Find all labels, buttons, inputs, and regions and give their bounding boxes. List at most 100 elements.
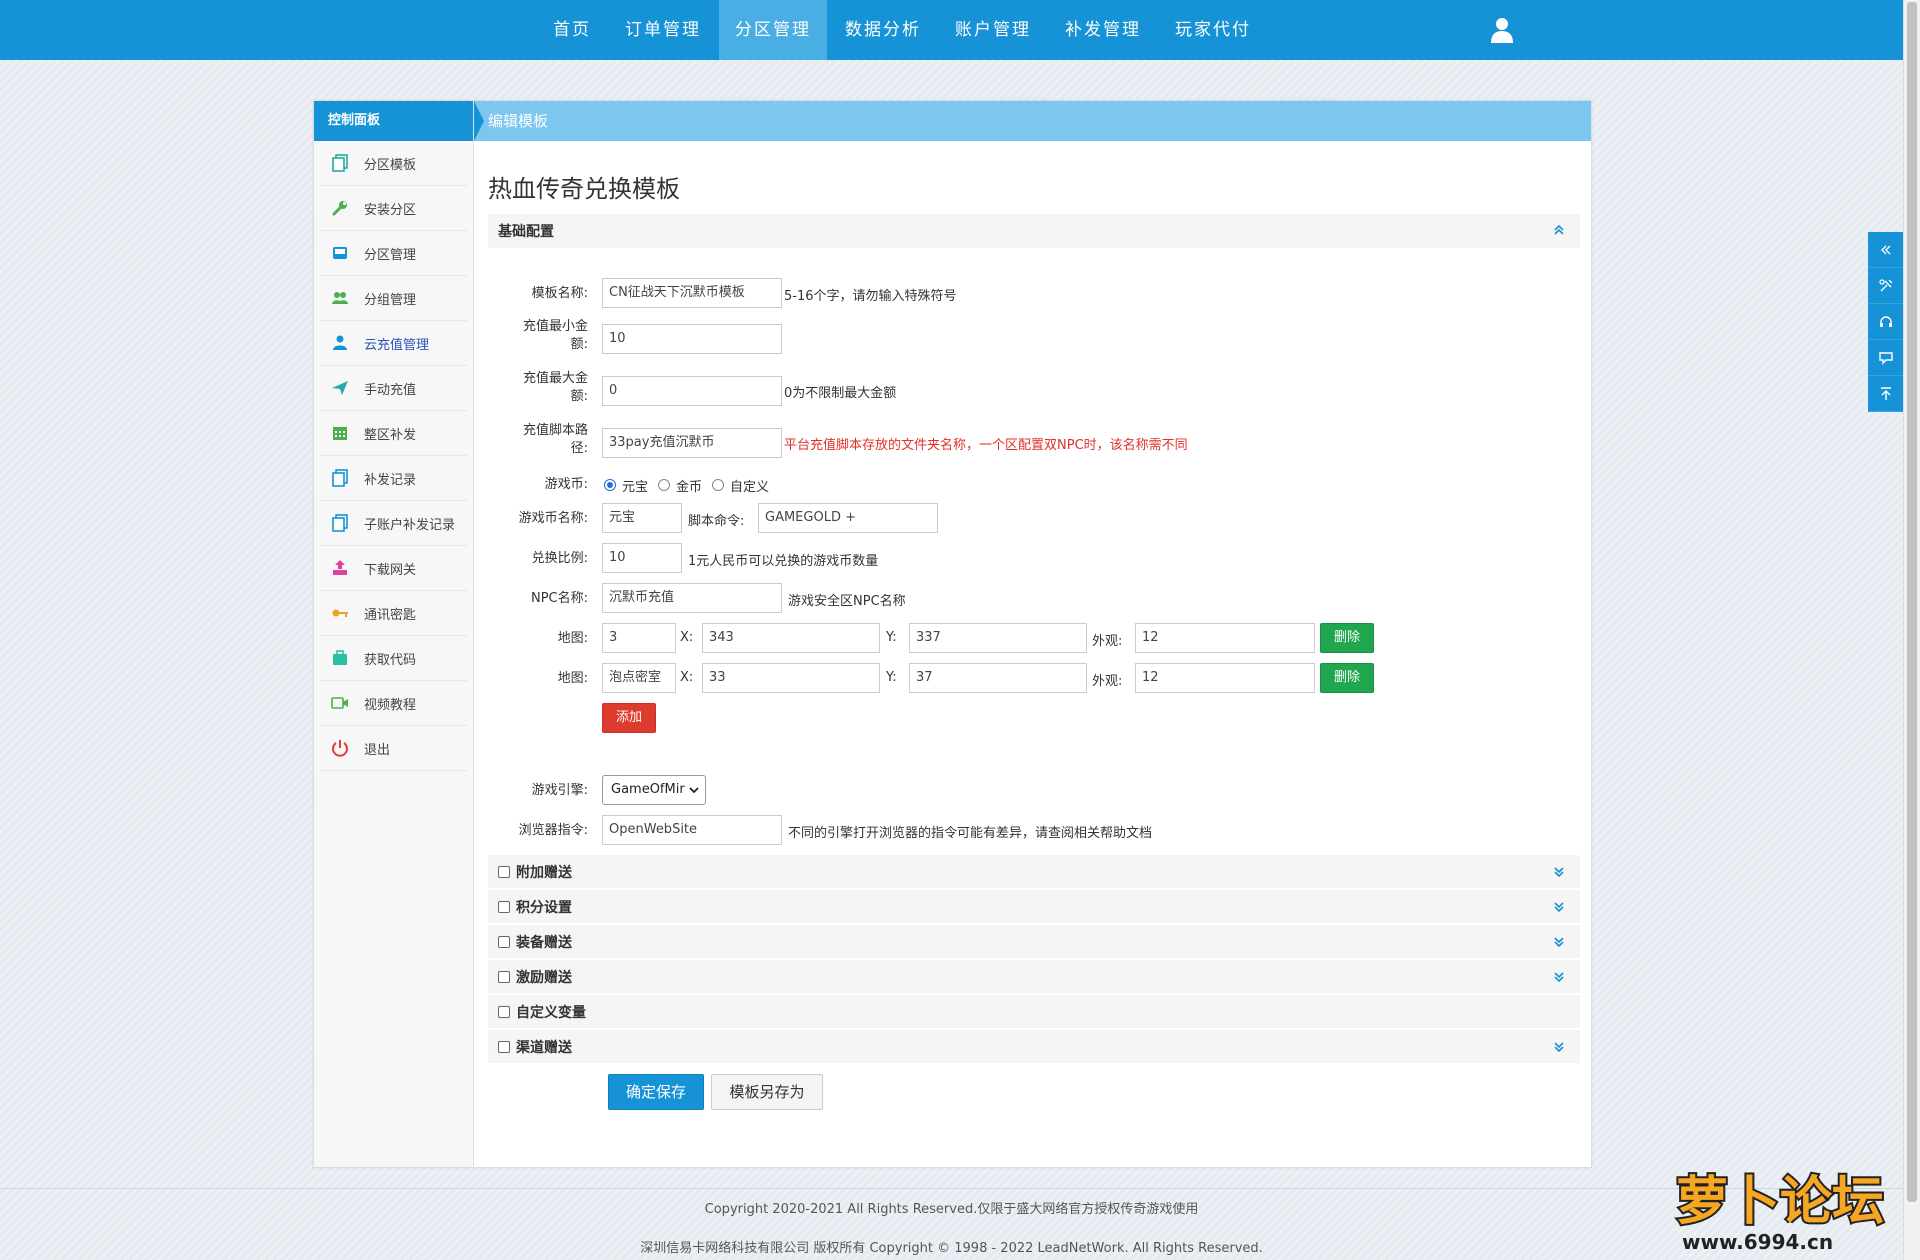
- save-as-template-button[interactable]: 模板另存为: [711, 1074, 823, 1110]
- accordion-points-settings[interactable]: 积分设置: [488, 890, 1580, 924]
- engine-label: 游戏引擎:: [531, 783, 588, 798]
- accordion-incentive-gift[interactable]: 激励赠送: [488, 960, 1580, 994]
- sidebar-item-label: 分区管理: [364, 247, 417, 263]
- look-input[interactable]: 12: [1135, 663, 1315, 693]
- calendar-icon: [330, 423, 350, 443]
- sidebar: 控制面板 分区模板 安装分区 分区管理 分组管理 云充值管理 手动充值 整区补发: [314, 101, 474, 1167]
- nav-player-pay[interactable]: 玩家代付: [1159, 0, 1267, 60]
- equipment-gift-checkbox[interactable]: [498, 935, 510, 948]
- script-command-input[interactable]: GAMEGOLD +: [758, 503, 938, 533]
- min-amount-input[interactable]: 10: [602, 324, 782, 354]
- min-amount-label-line1: 充值最小金: [522, 319, 588, 334]
- incentive-gift-checkbox[interactable]: [498, 970, 510, 983]
- sidebar-item-get-code[interactable]: 获取代码: [320, 636, 467, 681]
- sidebar-item-sub-account-reissue-log[interactable]: 子账户补发记录: [320, 501, 467, 546]
- npc-name-input[interactable]: 沉默币充值: [602, 583, 782, 613]
- currency-option-gold: 金币: [676, 480, 703, 495]
- map-input[interactable]: 3: [602, 623, 676, 653]
- x-input[interactable]: 343: [702, 623, 880, 653]
- user-icon[interactable]: [1490, 17, 1514, 43]
- save-button[interactable]: 确定保存: [608, 1074, 704, 1110]
- scrollbar-thumb[interactable]: [1907, 2, 1917, 1202]
- chevron-double-down-icon[interactable]: [1552, 969, 1566, 985]
- video-icon: [330, 693, 350, 713]
- nav-orders[interactable]: 订单管理: [609, 0, 717, 60]
- sidebar-item-cloud-recharge[interactable]: 云充值管理: [320, 321, 467, 366]
- headset-icon: [1879, 315, 1892, 327]
- template-name-input[interactable]: CN征战天下沉默币模板: [602, 278, 782, 308]
- delete-map-button[interactable]: 删除: [1320, 623, 1374, 653]
- sidebar-item-install-zone[interactable]: 安装分区: [320, 186, 467, 231]
- nav-analytics[interactable]: 数据分析: [829, 0, 937, 60]
- look-label: 外观:: [1092, 634, 1123, 649]
- accordion-extra-gift[interactable]: 附加赠送: [488, 855, 1580, 889]
- sidebar-item-manual-recharge[interactable]: 手动充值: [320, 366, 467, 411]
- power-icon: [330, 738, 350, 758]
- tools-button[interactable]: [1868, 268, 1903, 304]
- currency-radio-yuanbao[interactable]: [604, 479, 616, 491]
- sidebar-item-logout[interactable]: 退出: [320, 726, 467, 771]
- nav-accounts[interactable]: 账户管理: [939, 0, 1047, 60]
- accordion-title: 附加赠送: [516, 864, 572, 881]
- back-to-top-button[interactable]: [1868, 376, 1903, 412]
- chevron-double-down-icon[interactable]: [1552, 934, 1566, 950]
- y-input[interactable]: 337: [909, 623, 1087, 653]
- script-path-input[interactable]: 33pay充值沉默币: [602, 428, 782, 458]
- max-amount-input[interactable]: 0: [602, 376, 782, 406]
- chevron-double-down-icon[interactable]: [1552, 1039, 1566, 1055]
- user-cloud-icon: [330, 333, 350, 353]
- channel-gift-checkbox[interactable]: [498, 1040, 510, 1053]
- chevron-double-down-icon[interactable]: [1552, 864, 1566, 880]
- inbox-icon: [330, 243, 350, 263]
- chevron-double-down-icon[interactable]: [1552, 899, 1566, 915]
- sidebar-item-comm-key[interactable]: 通讯密匙: [320, 591, 467, 636]
- npc-name-label: NPC名称:: [530, 591, 588, 606]
- header-notch: [474, 101, 484, 141]
- chat-button[interactable]: [1868, 340, 1903, 376]
- nav-zones[interactable]: 分区管理: [719, 0, 827, 60]
- sidebar-item-video-tutorial[interactable]: 视频教程: [320, 681, 467, 726]
- x-input[interactable]: 33: [702, 663, 880, 693]
- look-input[interactable]: 12: [1135, 623, 1315, 653]
- sidebar-item-zone-template[interactable]: 分区模板: [320, 141, 467, 186]
- currency-name-input[interactable]: 元宝: [602, 503, 682, 533]
- engine-select[interactable]: GameOfMir: [602, 775, 706, 805]
- delete-map-button[interactable]: 删除: [1320, 663, 1374, 693]
- custom-variables-checkbox[interactable]: [498, 1005, 510, 1018]
- content-header: 编辑模板: [474, 101, 1591, 141]
- nav-home[interactable]: 首页: [537, 0, 607, 60]
- watermark-logo: 萝卜论坛 www.6994.cn: [1674, 1170, 1886, 1254]
- sidebar-item-group-manage[interactable]: 分组管理: [320, 276, 467, 321]
- sidebar-item-zone-manage[interactable]: 分区管理: [320, 231, 467, 276]
- top-navbar: 首页 订单管理 分区管理 数据分析 账户管理 补发管理 玩家代付: [0, 0, 1903, 60]
- points-settings-checkbox[interactable]: [498, 900, 510, 913]
- look-label: 外观:: [1092, 674, 1123, 689]
- sidebar-item-zone-reissue[interactable]: 整区补发: [320, 411, 467, 456]
- ratio-label: 兑换比例:: [531, 551, 588, 566]
- ratio-input[interactable]: 10: [602, 543, 682, 573]
- extra-gift-checkbox[interactable]: [498, 865, 510, 878]
- page-scrollbar[interactable]: [1903, 0, 1920, 1260]
- y-input[interactable]: 37: [909, 663, 1087, 693]
- currency-radio-custom[interactable]: [712, 479, 724, 491]
- accordion-channel-gift[interactable]: 渠道赠送: [488, 1030, 1580, 1064]
- support-button[interactable]: [1868, 304, 1903, 340]
- currency-radio-gold[interactable]: [658, 479, 670, 491]
- section-basic-config[interactable]: 基础配置: [488, 214, 1580, 248]
- sidebar-item-download-gateway[interactable]: 下载网关: [320, 546, 467, 591]
- users-icon: [330, 288, 350, 308]
- browser-command-input[interactable]: OpenWebSite: [602, 815, 782, 845]
- footer-copyright: Copyright 2020-2021 All Rights Reserved.…: [704, 1202, 1199, 1217]
- chevron-up-icon[interactable]: [1552, 222, 1566, 238]
- script-path-label-line1: 充值脚本路: [522, 423, 588, 438]
- map-input[interactable]: 泡点密室: [602, 663, 676, 693]
- accordion-equipment-gift[interactable]: 装备赠送: [488, 925, 1580, 959]
- accordion-custom-variables[interactable]: 自定义变量: [488, 995, 1580, 1029]
- sidebar-item-reissue-log[interactable]: 补发记录: [320, 456, 467, 501]
- collapse-toolbar-button[interactable]: [1868, 232, 1903, 268]
- accordion-title: 自定义变量: [516, 1004, 586, 1021]
- nav-reissue[interactable]: 补发管理: [1049, 0, 1157, 60]
- sidebar-item-label: 分组管理: [364, 292, 417, 308]
- add-map-button[interactable]: 添加: [602, 703, 656, 733]
- sidebar-item-label: 分区模板: [364, 157, 417, 173]
